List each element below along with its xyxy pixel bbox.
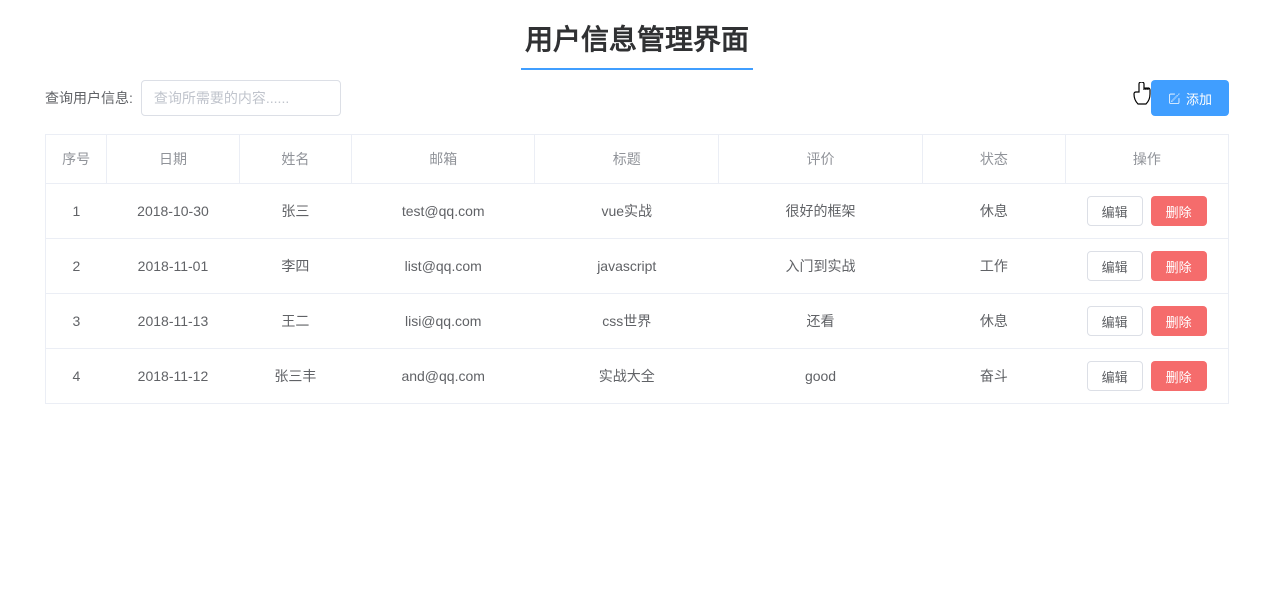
cell-ops: 编辑删除 xyxy=(1065,239,1228,294)
cell-eval: 还看 xyxy=(719,294,923,349)
cell-eval: 很好的框架 xyxy=(719,184,923,239)
cell-seq: 1 xyxy=(46,184,107,239)
table-row: 32018-11-13王二lisi@qq.comcss世界还看休息编辑删除 xyxy=(46,294,1229,349)
cell-ops: 编辑删除 xyxy=(1065,184,1228,239)
cell-date: 2018-11-01 xyxy=(107,239,240,294)
th-date: 日期 xyxy=(107,135,240,184)
toolbar: 查询用户信息: 添加 xyxy=(45,80,1229,116)
cell-title: 实战大全 xyxy=(535,349,719,404)
cell-name: 张三丰 xyxy=(239,349,351,404)
edit-button[interactable]: 编辑 xyxy=(1087,306,1143,336)
table-row: 42018-11-12张三丰and@qq.com实战大全good奋斗编辑删除 xyxy=(46,349,1229,404)
add-button[interactable]: 添加 xyxy=(1151,80,1229,116)
page-title: 用户信息管理界面 xyxy=(521,10,753,70)
cell-status: 休息 xyxy=(923,294,1066,349)
cell-seq: 3 xyxy=(46,294,107,349)
delete-button[interactable]: 删除 xyxy=(1151,306,1207,336)
cell-name: 张三 xyxy=(239,184,351,239)
cell-eval: 入门到实战 xyxy=(719,239,923,294)
cell-ops: 编辑删除 xyxy=(1065,349,1228,404)
search-group: 查询用户信息: xyxy=(45,80,341,116)
cell-status: 休息 xyxy=(923,184,1066,239)
edit-icon xyxy=(1168,92,1181,105)
search-label: 查询用户信息: xyxy=(45,88,133,108)
cell-name: 李四 xyxy=(239,239,351,294)
edit-button[interactable]: 编辑 xyxy=(1087,361,1143,391)
table-row: 12018-10-30张三test@qq.comvue实战很好的框架休息编辑删除 xyxy=(46,184,1229,239)
th-status: 状态 xyxy=(923,135,1066,184)
edit-button[interactable]: 编辑 xyxy=(1087,196,1143,226)
cell-date: 2018-10-30 xyxy=(107,184,240,239)
cell-date: 2018-11-13 xyxy=(107,294,240,349)
th-seq: 序号 xyxy=(46,135,107,184)
cell-email: test@qq.com xyxy=(351,184,535,239)
cell-eval: good xyxy=(719,349,923,404)
th-email: 邮箱 xyxy=(351,135,535,184)
cell-title: css世界 xyxy=(535,294,719,349)
th-name: 姓名 xyxy=(239,135,351,184)
table-row: 22018-11-01李四list@qq.comjavascript入门到实战工… xyxy=(46,239,1229,294)
cell-title: vue实战 xyxy=(535,184,719,239)
edit-button[interactable]: 编辑 xyxy=(1087,251,1143,281)
delete-button[interactable]: 删除 xyxy=(1151,251,1207,281)
th-ops: 操作 xyxy=(1065,135,1228,184)
delete-button[interactable]: 删除 xyxy=(1151,361,1207,391)
cell-ops: 编辑删除 xyxy=(1065,294,1228,349)
cell-date: 2018-11-12 xyxy=(107,349,240,404)
cell-status: 工作 xyxy=(923,239,1066,294)
th-title: 标题 xyxy=(535,135,719,184)
cell-email: lisi@qq.com xyxy=(351,294,535,349)
cell-title: javascript xyxy=(535,239,719,294)
th-eval: 评价 xyxy=(719,135,923,184)
cell-name: 王二 xyxy=(239,294,351,349)
cell-status: 奋斗 xyxy=(923,349,1066,404)
add-button-label: 添加 xyxy=(1186,89,1212,108)
cell-seq: 2 xyxy=(46,239,107,294)
cell-email: list@qq.com xyxy=(351,239,535,294)
user-table: 序号 日期 姓名 邮箱 标题 评价 状态 操作 12018-10-30张三tes… xyxy=(45,134,1229,404)
search-input[interactable] xyxy=(141,80,341,116)
cell-email: and@qq.com xyxy=(351,349,535,404)
cell-seq: 4 xyxy=(46,349,107,404)
delete-button[interactable]: 删除 xyxy=(1151,196,1207,226)
